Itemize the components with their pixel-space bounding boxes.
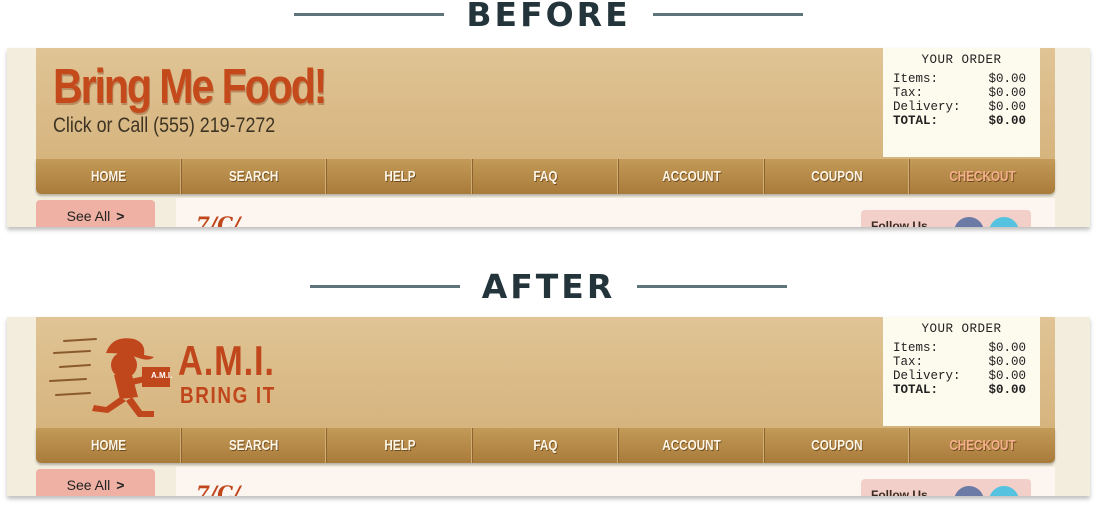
nav-account[interactable]: ACCOUNT <box>619 428 765 463</box>
order-receipt[interactable]: YOUR ORDER Items: $0.00 Tax: $0.00 Deliver… <box>883 317 1040 426</box>
twitter-icon[interactable] <box>989 486 1019 496</box>
receipt-row-total: TOTAL: $0.00 <box>893 114 1026 128</box>
nav-checkout[interactable]: CHECKOUT <box>910 159 1055 194</box>
before-heading: BEFORE <box>0 0 1097 34</box>
nav-account[interactable]: ACCOUNT <box>619 159 765 194</box>
nav-faq[interactable]: FAQ <box>473 428 619 463</box>
receipt-row-items: Items: $0.00 <box>893 72 1026 86</box>
receipt-row-total: TOTAL: $0.00 <box>893 383 1026 397</box>
content-panel: 7/C/ Follow Us <box>176 198 1055 227</box>
nav-home[interactable]: HOME <box>36 159 182 194</box>
after-heading-label: AFTER <box>481 266 616 306</box>
brand-phone: Click or Call (555) 219-7272 <box>53 114 276 137</box>
nav-help[interactable]: HELP <box>327 159 474 194</box>
brand-title: Bring Me Food! <box>53 60 327 114</box>
nav-coupon[interactable]: COUPON <box>765 428 911 463</box>
order-receipt[interactable]: YOUR ORDER Items: $0.00 Tax: $0.00 Deliver… <box>883 48 1040 157</box>
main-nav: HOME SEARCH HELP FAQ ACCOUNT COUPON CHEC… <box>36 428 1055 463</box>
site-screenshot-before: Bring Me Food! Click or Call (555) 219-7… <box>7 48 1090 227</box>
follow-label: Follow Us <box>871 488 928 496</box>
receipt-title: YOUR ORDER <box>921 53 1002 67</box>
nav-search[interactable]: SEARCH <box>182 159 328 194</box>
receipt-row-tax: Tax: $0.00 <box>893 86 1026 100</box>
heading-rule-right <box>652 12 803 16</box>
chevron-right-icon: > <box>116 477 125 493</box>
ami-logo[interactable]: A.M.I. A.M.I. BRING IT <box>46 331 286 421</box>
site-screenshot-after: A.M.I. A.M.I. BRING IT YOUR ORDER Items:… <box>7 317 1090 496</box>
heading-rule-left <box>309 284 460 288</box>
chevron-right-icon: > <box>116 208 125 224</box>
brand-wordmark[interactable]: Bring Me Food! Click or Call (555) 219-7… <box>53 58 377 138</box>
nav-faq[interactable]: FAQ <box>473 159 619 194</box>
nav-help[interactable]: HELP <box>327 428 474 463</box>
follow-box: Follow Us <box>861 479 1031 496</box>
before-heading-label: BEFORE <box>466 0 631 34</box>
nav-coupon[interactable]: COUPON <box>765 159 911 194</box>
receipt-row-items: Items: $0.00 <box>893 341 1026 355</box>
receipt-row-tax: Tax: $0.00 <box>893 355 1026 369</box>
twitter-icon[interactable] <box>989 217 1019 227</box>
content-script-heading: 7/C/ <box>196 212 241 227</box>
logo-box-label: A.M.I. <box>151 371 173 380</box>
nav-home[interactable]: HOME <box>36 428 182 463</box>
facebook-icon[interactable] <box>954 217 984 227</box>
after-heading: AFTER <box>0 266 1097 306</box>
nav-checkout[interactable]: CHECKOUT <box>910 428 1055 463</box>
see-all-button[interactable]: See All > <box>36 200 155 227</box>
follow-box: Follow Us <box>861 210 1031 227</box>
facebook-icon[interactable] <box>954 486 984 496</box>
receipt-row-delivery: Delivery: $0.00 <box>893 100 1026 114</box>
receipt-row-delivery: Delivery: $0.00 <box>893 369 1026 383</box>
content-script-heading: 7/C/ <box>196 481 241 496</box>
nav-search[interactable]: SEARCH <box>182 428 328 463</box>
see-all-button[interactable]: See All > <box>36 469 155 496</box>
follow-label: Follow Us <box>871 219 928 227</box>
logo-wordmark: A.M.I. <box>178 337 275 384</box>
heading-rule-left <box>294 12 445 16</box>
receipt-title: YOUR ORDER <box>921 322 1002 336</box>
logo-tagline: BRING IT <box>180 382 276 408</box>
heading-rule-right <box>637 284 788 288</box>
main-nav: HOME SEARCH HELP FAQ ACCOUNT COUPON CHEC… <box>36 159 1055 194</box>
content-panel: 7/C/ Follow Us <box>176 467 1055 496</box>
